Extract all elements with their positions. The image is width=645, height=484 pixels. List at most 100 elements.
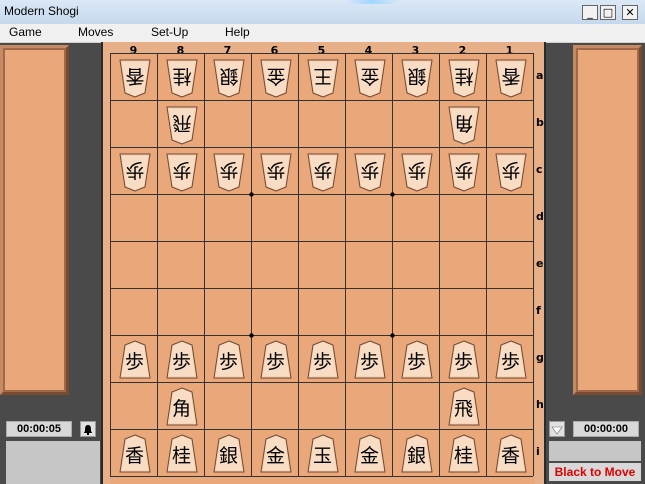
bell-icon[interactable] <box>80 421 96 437</box>
piece-kanji: 金 <box>265 444 285 467</box>
gote-piece[interactable]: 角 <box>447 105 481 145</box>
gote-piece[interactable]: 歩 <box>353 152 387 192</box>
piece-kanji: 歩 <box>125 158 145 181</box>
rank-label-f: f <box>536 303 541 317</box>
piece-kanji: 歩 <box>266 158 286 181</box>
gote-piece[interactable]: 金 <box>259 58 293 98</box>
menu-game[interactable]: Game <box>9 25 42 39</box>
star-point <box>390 192 395 197</box>
piece-kanji: 玉 <box>312 444 332 467</box>
piece-kanji: 歩 <box>454 158 474 181</box>
sente-piece[interactable]: 金 <box>353 433 387 474</box>
sente-piece[interactable]: 桂 <box>165 433 199 474</box>
sente-piece[interactable]: 玉 <box>306 433 340 474</box>
sente-piece[interactable]: 歩 <box>259 339 293 380</box>
piece-kanji: 歩 <box>124 350 144 373</box>
piece-kanji: 歩 <box>172 158 192 181</box>
menu-moves[interactable]: Moves <box>78 25 113 39</box>
piece-kanji: 歩 <box>406 350 426 373</box>
close-button[interactable]: ✕ <box>622 5 638 20</box>
piece-kanji: 金 <box>266 64 286 87</box>
gote-piece[interactable]: 歩 <box>494 152 528 192</box>
sente-clock: 00:00:00 <box>573 421 639 437</box>
gote-piece[interactable]: 歩 <box>400 152 434 192</box>
sente-piece[interactable]: 歩 <box>212 339 246 380</box>
rank-label-i: i <box>536 444 540 458</box>
star-point <box>390 333 395 338</box>
piece-kanji: 香 <box>501 64 521 87</box>
piece-kanji: 金 <box>359 444 379 467</box>
gote-piece[interactable]: 香 <box>494 58 528 98</box>
piece-kanji: 香 <box>500 444 520 467</box>
piece-kanji: 角 <box>454 111 474 134</box>
sente-piece[interactable]: 桂 <box>447 433 481 474</box>
menu-help[interactable]: Help <box>225 25 250 39</box>
window-title: Modern Shogi <box>4 4 79 18</box>
star-point <box>249 333 254 338</box>
piece-kanji: 銀 <box>407 64 427 87</box>
sente-piece[interactable]: 角 <box>165 386 199 427</box>
piece-kanji: 桂 <box>171 444 191 467</box>
piece-kanji: 歩 <box>407 158 427 181</box>
gote-piece-stand[interactable] <box>0 45 69 395</box>
sente-piece[interactable]: 銀 <box>212 433 246 474</box>
piece-kanji: 歩 <box>500 350 520 373</box>
sente-piece[interactable]: 歩 <box>353 339 387 380</box>
gote-piece[interactable]: 王 <box>306 58 340 98</box>
turn-down-icon[interactable] <box>549 421 565 437</box>
piece-kanji: 歩 <box>219 158 239 181</box>
gote-piece[interactable]: 歩 <box>165 152 199 192</box>
shogi-board[interactable]: 香桂銀金王金銀桂香飛角歩歩歩歩歩歩歩歩歩歩歩歩歩歩歩歩歩歩角飛香桂銀金玉金銀桂香 <box>110 53 535 484</box>
menu-setup[interactable]: Set-Up <box>151 25 188 39</box>
piece-kanji: 桂 <box>172 64 192 87</box>
piece-kanji: 歩 <box>312 350 332 373</box>
rank-label-c: c <box>536 162 543 176</box>
piece-kanji: 桂 <box>453 444 473 467</box>
piece-kanji: 香 <box>124 444 144 467</box>
sente-piece-stand[interactable] <box>573 45 642 395</box>
gote-piece[interactable]: 歩 <box>259 152 293 192</box>
sente-piece[interactable]: 金 <box>259 433 293 474</box>
piece-kanji: 歩 <box>359 350 379 373</box>
rank-label-h: h <box>536 397 544 411</box>
piece-kanji: 桂 <box>454 64 474 87</box>
piece-kanji: 角 <box>171 397 191 420</box>
sente-piece[interactable]: 歩 <box>494 339 528 380</box>
gote-piece[interactable]: 歩 <box>306 152 340 192</box>
gote-piece[interactable]: 桂 <box>165 58 199 98</box>
piece-kanji: 歩 <box>453 350 473 373</box>
piece-kanji: 銀 <box>406 444 426 467</box>
star-point <box>249 192 254 197</box>
piece-kanji: 王 <box>313 64 333 87</box>
sente-piece[interactable]: 香 <box>118 433 152 474</box>
sente-piece[interactable]: 香 <box>494 433 528 474</box>
rank-label-e: e <box>536 256 544 270</box>
gote-piece[interactable]: 香 <box>118 58 152 98</box>
rank-label-d: d <box>536 209 544 223</box>
piece-kanji: 歩 <box>360 158 380 181</box>
piece-kanji: 銀 <box>218 444 238 467</box>
maximize-button[interactable]: □ <box>600 5 616 20</box>
status-text: Black to Move <box>549 463 641 481</box>
minimize-button[interactable]: _ <box>582 5 598 20</box>
gote-piece[interactable]: 飛 <box>165 105 199 145</box>
sente-piece[interactable]: 歩 <box>118 339 152 380</box>
gote-piece[interactable]: 桂 <box>447 58 481 98</box>
sente-piece[interactable]: 歩 <box>447 339 481 380</box>
gote-piece[interactable]: 金 <box>353 58 387 98</box>
sente-piece[interactable]: 歩 <box>306 339 340 380</box>
gote-clock: 00:00:05 <box>6 421 72 437</box>
gote-piece[interactable]: 歩 <box>447 152 481 192</box>
piece-kanji: 歩 <box>218 350 238 373</box>
gote-piece[interactable]: 歩 <box>118 152 152 192</box>
sente-piece[interactable]: 飛 <box>447 386 481 427</box>
gote-piece[interactable]: 歩 <box>212 152 246 192</box>
sente-piece[interactable]: 歩 <box>400 339 434 380</box>
gote-info-panel <box>6 441 100 484</box>
gote-piece[interactable]: 銀 <box>400 58 434 98</box>
sente-piece[interactable]: 歩 <box>165 339 199 380</box>
gote-piece[interactable]: 銀 <box>212 58 246 98</box>
sente-piece[interactable]: 銀 <box>400 433 434 474</box>
piece-kanji: 香 <box>125 64 145 87</box>
rank-label-b: b <box>536 115 544 129</box>
